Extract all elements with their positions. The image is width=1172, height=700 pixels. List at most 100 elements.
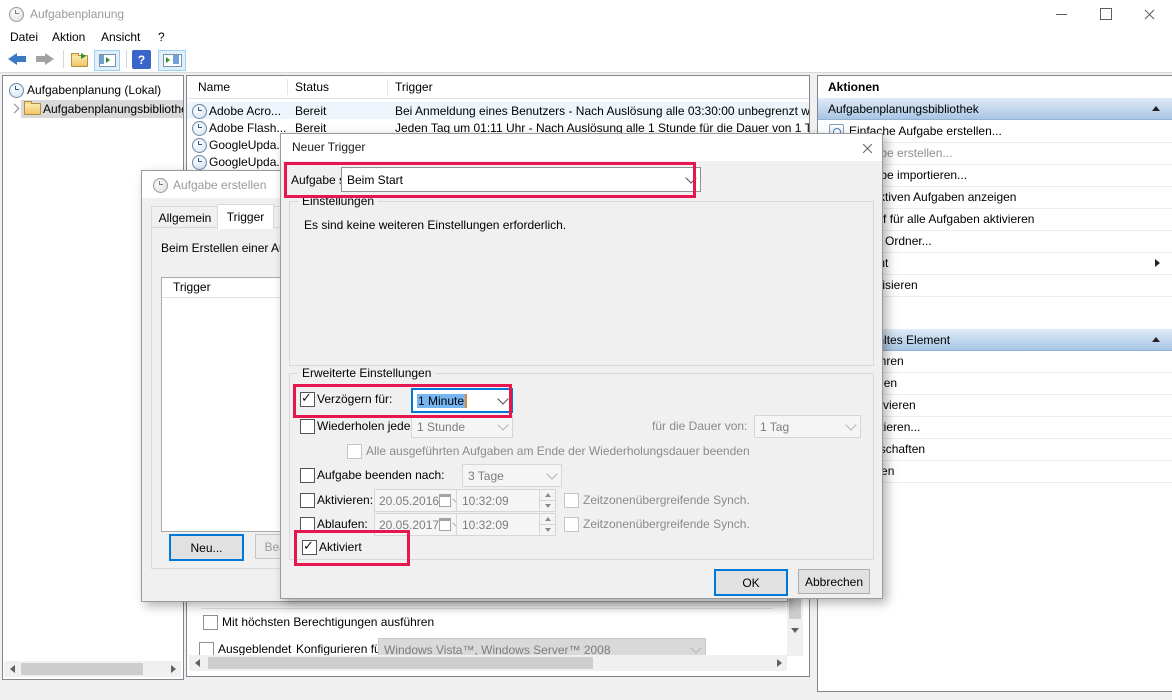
trigger-column-header[interactable]: Trigger [173, 280, 211, 294]
close-button[interactable] [1127, 0, 1172, 28]
tree-item-root[interactable]: Aufgabenplanung (Lokal) [3, 81, 183, 99]
dialog-close-button[interactable] [860, 141, 874, 155]
duration-select[interactable]: 1 Tag [754, 415, 861, 438]
table-row[interactable]: Adobe Acro... Bereit Bei Anmeldung eines… [187, 102, 809, 119]
new-trigger-dialog: Neuer Trigger Aufgabe starten: Beim Star… [280, 133, 883, 599]
app-icon [9, 7, 24, 22]
menu-ansicht[interactable]: Ansicht [101, 30, 140, 44]
activate-date-picker[interactable]: 20.05.2016 [374, 489, 460, 512]
new-trigger-button[interactable]: Neu... [169, 534, 244, 561]
expire-date-picker[interactable]: 20.05.2017 [374, 513, 460, 536]
highest-privileges-checkbox[interactable] [203, 615, 218, 630]
highest-privileges-label: Mit höchsten Berechtigungen ausführen [222, 615, 434, 629]
submenu-arrow-icon [1155, 259, 1160, 267]
begin-task-select[interactable]: Beim Start [341, 167, 701, 192]
clock-icon [192, 121, 207, 136]
section-title: Aufgabenplanungsbibliothek [828, 102, 979, 116]
tab-label: Allgemein [159, 211, 212, 225]
chevron-right-icon[interactable] [10, 104, 20, 114]
chevron-down-icon [845, 419, 856, 430]
actions-panel-header: Aktionen [818, 76, 1172, 99]
back-icon[interactable] [8, 53, 28, 65]
menu-help[interactable]: ? [158, 30, 165, 44]
expire-checkbox[interactable] [300, 517, 315, 532]
expire-time-spinner[interactable]: 10:32:09 [456, 513, 556, 536]
cancel-button[interactable]: Abbrechen [798, 569, 870, 594]
window-title: Aufgabenplanung [30, 7, 124, 21]
scroll-left-arrow[interactable] [189, 655, 205, 671]
scrollbar-thumb[interactable] [208, 657, 593, 669]
ok-button[interactable]: OK [714, 569, 788, 596]
details-horizontal-scrollbar[interactable] [189, 655, 787, 671]
maximize-button[interactable] [1083, 0, 1128, 28]
help-icon[interactable]: ? [132, 50, 151, 69]
toolbar-separator [63, 50, 64, 68]
expire-timezone-label: Zeitzonenübergreifende Synch. [583, 517, 750, 531]
repeat-select[interactable]: 1 Stunde [411, 415, 513, 438]
actions-title: Aktionen [828, 80, 879, 94]
activate-label: Aktivieren: [317, 493, 373, 507]
column-status[interactable]: Status [295, 80, 329, 94]
activate-timezone-checkbox[interactable] [564, 493, 579, 508]
task-name: Adobe Acro... [209, 104, 281, 118]
toolbar: ? [0, 46, 1172, 73]
spinner-buttons[interactable] [539, 490, 555, 511]
delay-value: 1 Minute [417, 394, 467, 408]
tab-allgemein[interactable]: Allgemein [151, 206, 219, 229]
create-task-title: Aufgabe erstellen [173, 178, 266, 192]
chevron-down-icon [497, 393, 508, 404]
column-trigger[interactable]: Trigger [395, 80, 433, 94]
column-divider[interactable] [287, 79, 288, 95]
delay-checkbox[interactable] [300, 392, 315, 407]
tab-trigger[interactable]: Trigger [217, 204, 274, 229]
scroll-left-arrow[interactable] [4, 661, 20, 677]
stop-after-checkbox[interactable] [300, 468, 315, 483]
repeat-checkbox[interactable] [300, 419, 315, 434]
activate-checkbox[interactable] [300, 493, 315, 508]
activate-time-spinner[interactable]: 10:32:09 [456, 489, 556, 512]
show-console-tree-icon[interactable] [94, 50, 120, 71]
clock-icon [192, 104, 207, 119]
minimize-button[interactable] [1039, 0, 1084, 28]
task-name: GoogleUpda... [209, 138, 286, 152]
button-label: Abbrechen [805, 575, 863, 589]
collapse-icon[interactable] [1152, 337, 1160, 342]
tree-item-library[interactable]: Aufgabenplanungsbibliothek [3, 100, 183, 118]
stop-all-checkbox[interactable] [347, 444, 362, 459]
scrollbar-thumb[interactable] [21, 663, 143, 675]
scrollbar-thumb[interactable] [789, 596, 801, 619]
duration-value: 1 Tag [760, 420, 789, 434]
duration-label: für die Dauer von: [652, 419, 747, 433]
spin-up-icon [545, 493, 551, 497]
stop-after-select[interactable]: 3 Tage [462, 464, 562, 487]
menu-datei[interactable]: Datei [10, 30, 38, 44]
show-action-pane-icon[interactable] [158, 50, 186, 71]
expire-timezone-checkbox[interactable] [564, 517, 579, 532]
spinner-buttons[interactable] [539, 514, 555, 535]
button-label: Neu... [190, 541, 222, 555]
begin-task-value: Beim Start [347, 173, 403, 187]
export-list-icon[interactable] [70, 53, 90, 66]
collapse-icon[interactable] [1152, 106, 1160, 111]
scroll-right-arrow[interactable] [165, 661, 181, 677]
column-divider[interactable] [387, 79, 388, 95]
task-name: Adobe Flash... [209, 121, 286, 135]
close-icon [862, 143, 872, 153]
tree-horizontal-scrollbar[interactable] [4, 661, 181, 677]
column-name[interactable]: Name [198, 80, 230, 94]
enabled-checkbox[interactable] [302, 540, 317, 555]
menu-aktion[interactable]: Aktion [52, 30, 85, 44]
stop-after-label: Aufgabe beenden nach: [317, 468, 444, 482]
actions-section-header-library[interactable]: Aufgabenplanungsbibliothek [818, 98, 1172, 120]
tree-library-label: Aufgabenplanungsbibliothek [43, 102, 184, 116]
repeat-value: 1 Stunde [417, 420, 465, 434]
activate-date-value: 20.05.2016 [379, 494, 439, 508]
delay-select[interactable]: 1 Minute [411, 388, 513, 413]
scroll-right-arrow[interactable] [771, 655, 787, 671]
enabled-label: Aktiviert [319, 540, 362, 554]
chevron-down-icon [690, 642, 701, 653]
forward-icon[interactable] [36, 53, 56, 65]
scroll-down-arrow[interactable] [787, 622, 803, 638]
chevron-down-icon [685, 172, 696, 183]
expire-label: Ablaufen: [317, 517, 368, 531]
